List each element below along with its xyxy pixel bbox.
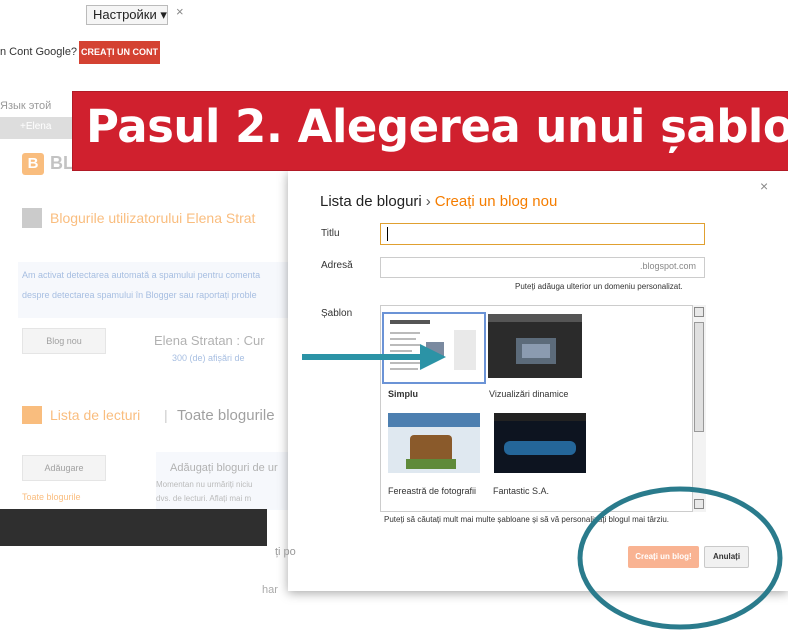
create-blog-button[interactable]: Creați un blog! <box>628 546 699 568</box>
settings-dropdown[interactable]: Настройки ▾ <box>86 5 168 25</box>
template-name-fantastic[interactable]: Fantastic S.A. <box>493 486 549 496</box>
scroll-up-arrow-icon[interactable] <box>694 307 704 317</box>
blog-owner-name[interactable]: Elena Stratan : Cur <box>154 333 265 348</box>
background-partial-text-2: har <box>262 584 278 596</box>
title-label: Titlu <box>321 228 340 239</box>
text-caret <box>387 227 388 241</box>
breadcrumb-separator: › <box>425 193 431 210</box>
close-icon[interactable]: × <box>176 4 184 19</box>
breadcrumb: Lista de bloguri › Creați un blog nou <box>320 193 557 210</box>
all-blogs-link[interactable]: Toate blogurile <box>22 492 81 502</box>
user-tab[interactable]: +Elena <box>20 121 51 132</box>
breadcrumb-current: Creați un blog nou <box>434 193 558 210</box>
create-account-button[interactable]: CREAȚI UN CONT <box>79 41 160 64</box>
reading-list-icon <box>22 406 42 424</box>
breadcrumb-root[interactable]: Lista de bloguri <box>320 193 422 210</box>
template-thumb-fantastic[interactable] <box>494 413 586 473</box>
template-thumb-simplu[interactable] <box>382 312 486 384</box>
new-blog-button[interactable]: Blog nou <box>22 328 106 354</box>
template-thumb-vizualizari[interactable] <box>488 314 582 378</box>
dialog-close-icon[interactable]: × <box>760 178 768 194</box>
blogger-wordmark: BL <box>50 153 74 173</box>
account-prompt: n Cont Google? <box>0 46 78 58</box>
blogs-section-title: Blogurile utilizatorului Elena Strat <box>50 210 256 226</box>
background-partial-text: ți po <box>275 546 296 558</box>
template-name-simplu[interactable]: Simplu <box>388 389 418 399</box>
template-name-fereastra[interactable]: Fereastră de fotografii <box>388 486 476 496</box>
scroll-down-arrow-icon[interactable] <box>694 499 704 509</box>
template-label: Șablon <box>321 308 353 319</box>
add-blogs-line2: dvs. de lecturi. Aflați mai m <box>156 494 252 503</box>
more-templates-text: Puteți să căutați mult mai multe șabloan… <box>384 515 670 524</box>
language-text: Язык этой <box>0 100 52 112</box>
scroll-thumb[interactable] <box>694 322 704 432</box>
blogger-logo-icon: B <box>22 153 44 175</box>
template-name-vizualizari[interactable]: Vizualizări dinamice <box>489 389 568 399</box>
add-blogs-title: Adăugați bloguri de ur <box>170 462 278 474</box>
dark-bar <box>0 509 267 546</box>
cancel-button[interactable]: Anulați <box>704 546 749 568</box>
user-avatar-icon <box>22 208 42 228</box>
spam-notice-line1: Am activat detectarea automată a spamulu… <box>22 270 261 280</box>
template-thumb-fereastra[interactable] <box>388 413 480 473</box>
add-blogs-line1: Momentan nu urmăriți niciu <box>156 480 253 489</box>
address-hint: Puteți adăuga ulterior un domeniu person… <box>515 282 683 291</box>
add-button[interactable]: Adăugare <box>22 455 106 481</box>
title-input[interactable] <box>380 223 705 245</box>
address-suffix: .blogspot.com <box>640 261 697 271</box>
reading-list-title: Lista de lecturi <box>50 407 141 423</box>
spam-notice-line2: despre detectarea spamului în Blogger sa… <box>22 290 257 300</box>
address-label: Adresă <box>321 260 353 271</box>
all-blogs-title: Toate blogurile <box>177 407 275 424</box>
step-title: Pasul 2. Alegerea unui șablon <box>86 100 788 153</box>
blog-views: 300 (de) afișări de <box>172 353 245 363</box>
white-panel <box>0 546 267 630</box>
title-separator: | <box>164 407 168 423</box>
